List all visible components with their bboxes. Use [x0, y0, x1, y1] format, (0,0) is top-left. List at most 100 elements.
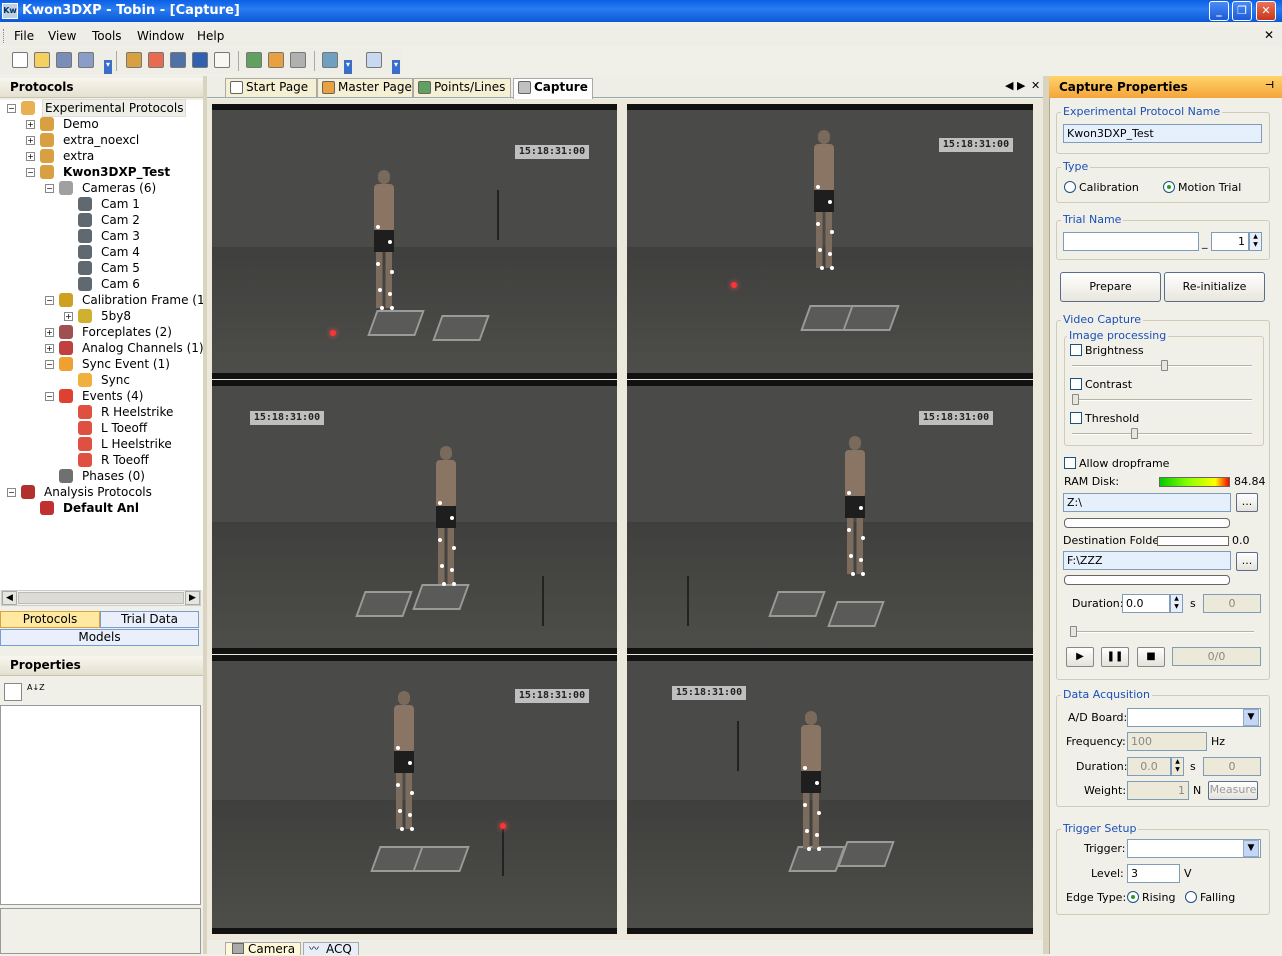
- collapse-icon[interactable]: −: [45, 296, 54, 305]
- trigger-select[interactable]: [1127, 839, 1261, 858]
- expand-icon[interactable]: +: [26, 120, 35, 129]
- collapse-icon[interactable]: −: [7, 104, 16, 113]
- threshold-slider-thumb[interactable]: [1130, 428, 1138, 439]
- expand-icon[interactable]: +: [26, 136, 35, 145]
- tab-master-page[interactable]: Master Page: [317, 78, 413, 97]
- protocol-edit-icon[interactable]: [148, 52, 164, 68]
- expand-icon[interactable]: +: [45, 328, 54, 337]
- save-all-icon[interactable]: [78, 52, 94, 68]
- master-page-icon[interactable]: [268, 52, 284, 68]
- tab-close-icon[interactable]: ✕: [1031, 79, 1040, 92]
- close-button[interactable]: ✕: [1256, 1, 1276, 21]
- ram-disk-browse-button[interactable]: ...: [1236, 493, 1258, 512]
- scroll-right-icon[interactable]: ▶: [185, 591, 200, 605]
- restore-button[interactable]: ❐: [1232, 1, 1252, 21]
- tree-node[interactable]: L Toeoff: [0, 420, 203, 436]
- new-file-icon[interactable]: [12, 52, 28, 68]
- contrast-checkbox[interactable]: [1070, 378, 1082, 390]
- camera-view-2[interactable]: 15:18:31:00: [627, 104, 1033, 379]
- tree-node[interactable]: Cam 2: [0, 212, 203, 228]
- trial-name-field[interactable]: [1063, 232, 1199, 251]
- motion-trial-radio[interactable]: [1163, 181, 1175, 193]
- mdi-close-icon[interactable]: ✕: [1264, 28, 1274, 42]
- scroll-left-icon[interactable]: ◀: [2, 591, 17, 605]
- camera-view-4[interactable]: 15:18:31:00: [627, 380, 1033, 654]
- prepare-button[interactable]: Prepare: [1060, 272, 1161, 302]
- check-icon[interactable]: [214, 52, 230, 68]
- brightness-checkbox[interactable]: [1070, 344, 1082, 356]
- duration-spinner[interactable]: ▲ ▼: [1170, 594, 1183, 613]
- contrast-slider-thumb[interactable]: [1072, 394, 1079, 405]
- tree-node[interactable]: L Heelstrike: [0, 436, 203, 452]
- tree-node[interactable]: − Kwon3DXP_Test: [0, 164, 203, 180]
- menu-view[interactable]: View: [48, 29, 76, 43]
- expand-icon[interactable]: +: [26, 152, 35, 161]
- pin-icon[interactable]: ⊣: [1265, 80, 1274, 91]
- reinitialize-button[interactable]: Re-initialize: [1164, 272, 1265, 302]
- trial-number-field[interactable]: 1: [1211, 232, 1249, 251]
- open-folder-icon[interactable]: [34, 52, 50, 68]
- tree-node[interactable]: + Analog Channels (1): [0, 340, 204, 356]
- ram-disk-path-field[interactable]: Z:\: [1063, 493, 1231, 512]
- tab-camera[interactable]: Camera: [225, 942, 301, 955]
- falling-radio[interactable]: [1185, 891, 1197, 903]
- layout-grid-icon[interactable]: [366, 52, 382, 68]
- ad-board-dropdown-icon[interactable]: ▼: [1243, 709, 1259, 726]
- tree-node[interactable]: + extra_noexcl: [0, 132, 203, 148]
- tab-start-page[interactable]: Start Page: [225, 78, 317, 97]
- camera-view-3[interactable]: 15:18:31:00: [212, 380, 617, 654]
- allow-dropframe-checkbox[interactable]: [1064, 457, 1076, 469]
- categorized-view-icon[interactable]: [4, 683, 22, 701]
- ad-board-select[interactable]: [1127, 708, 1261, 727]
- collapse-icon[interactable]: −: [7, 488, 16, 497]
- rising-radio[interactable]: [1127, 891, 1139, 903]
- tab-points-lines[interactable]: Points/Lines: [413, 78, 511, 97]
- menu-window[interactable]: Window: [137, 29, 184, 43]
- minimize-button[interactable]: _: [1209, 1, 1229, 21]
- brightness-slider-thumb[interactable]: [1161, 360, 1168, 371]
- menu-help[interactable]: Help: [197, 29, 224, 43]
- tree-node[interactable]: Phases (0): [0, 468, 203, 484]
- toolbar-chevron-icon-2[interactable]: ▾: [344, 60, 352, 74]
- trial-number-spinner[interactable]: ▲ ▼: [1249, 232, 1262, 251]
- measure-button[interactable]: Measure: [1208, 781, 1258, 800]
- tree-node[interactable]: − Events (4): [0, 388, 203, 404]
- tab-prev-icon[interactable]: ◀: [1005, 79, 1013, 92]
- menu-tools[interactable]: Tools: [92, 29, 122, 43]
- toolbar-chevron-icon[interactable]: ▾: [104, 60, 112, 74]
- toolbar-chevron-icon-3[interactable]: ▾: [392, 60, 400, 74]
- level-field[interactable]: 3: [1127, 864, 1180, 883]
- camera-view-6[interactable]: 15:18:31:00: [627, 655, 1033, 934]
- stop-button[interactable]: ■: [1137, 647, 1165, 667]
- tree-node[interactable]: Cam 4: [0, 244, 203, 260]
- contrast-slider-track[interactable]: [1072, 399, 1252, 401]
- tab-trial-data[interactable]: Trial Data: [100, 611, 199, 628]
- tree-node[interactable]: R Heelstrike: [0, 404, 203, 420]
- tree-node[interactable]: Cam 5: [0, 260, 203, 276]
- camera-view-5[interactable]: 15:18:31:00: [212, 655, 617, 934]
- menu-file[interactable]: File: [14, 29, 34, 43]
- tab-next-icon[interactable]: ▶: [1017, 79, 1025, 92]
- camera-tool-icon[interactable]: [290, 52, 306, 68]
- play-button[interactable]: ▶: [1066, 647, 1094, 667]
- properties-grid[interactable]: [0, 705, 201, 905]
- tree-node[interactable]: − Calibration Frame (1): [0, 292, 209, 308]
- destination-folder-browse-button[interactable]: ...: [1236, 552, 1258, 571]
- tree-node[interactable]: − Experimental Protocols: [0, 99, 203, 117]
- expand-icon[interactable]: +: [45, 344, 54, 353]
- save-icon[interactable]: [56, 52, 72, 68]
- trial-data-icon[interactable]: [170, 52, 186, 68]
- tree-node[interactable]: − Analysis Protocols: [0, 484, 203, 500]
- playback-slider-track[interactable]: [1072, 631, 1254, 633]
- model-icon[interactable]: [126, 52, 142, 68]
- collapse-icon[interactable]: −: [45, 360, 54, 369]
- protocol-name-field[interactable]: Kwon3DXP_Test: [1063, 124, 1262, 143]
- camera-view-1[interactable]: 15:18:31:00: [212, 104, 617, 379]
- tree-node[interactable]: + extra: [0, 148, 203, 164]
- tree-node[interactable]: Cam 1: [0, 196, 203, 212]
- tab-acq[interactable]: 〰 ACQ: [303, 942, 359, 955]
- tree-node[interactable]: + Forceplates (2): [0, 324, 203, 340]
- tree-node[interactable]: Sync: [0, 372, 203, 388]
- tree-node[interactable]: R Toeoff: [0, 452, 203, 468]
- collapse-icon[interactable]: −: [45, 184, 54, 193]
